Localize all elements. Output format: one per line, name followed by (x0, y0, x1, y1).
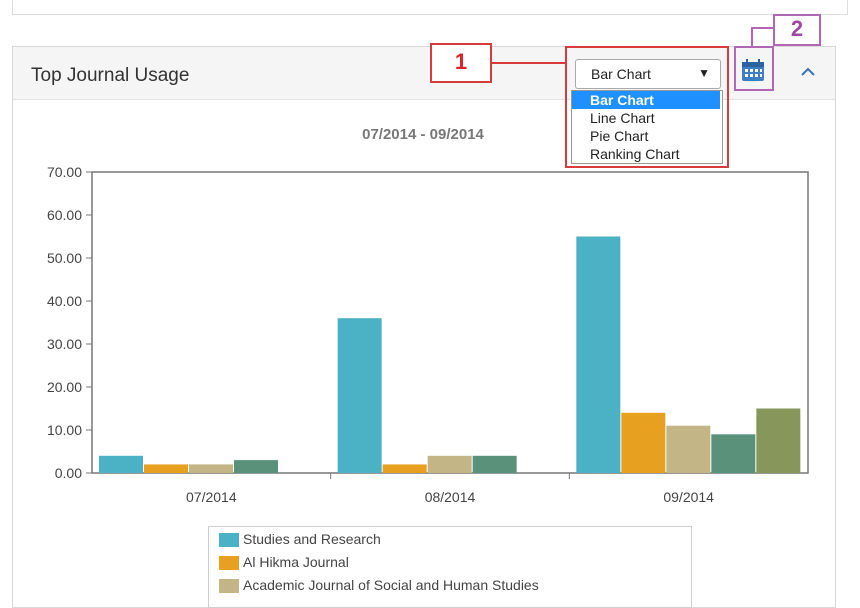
legend-label: Studies and Research (243, 531, 381, 547)
bar-series-2 (621, 412, 666, 473)
legend-swatch (219, 579, 239, 593)
y-tick-label: 40.00 (47, 293, 82, 309)
y-tick-label: 20.00 (47, 379, 82, 395)
bar-series-2 (144, 464, 188, 473)
bar-series-4 (711, 434, 756, 473)
y-tick-label: 60.00 (47, 207, 82, 223)
x-tick-label: 08/2014 (425, 489, 476, 505)
x-tick-label: 09/2014 (663, 489, 714, 505)
y-tick-label: 70.00 (47, 164, 82, 180)
legend-swatch (219, 556, 239, 570)
bar-series-3 (427, 455, 472, 473)
bar-series-1 (99, 455, 143, 473)
legend-label: Al Hikma Journal (243, 554, 349, 570)
bar-series-4 (472, 455, 517, 473)
y-tick-label: 10.00 (47, 422, 82, 438)
bar-series-2 (382, 464, 427, 473)
bar-series-1 (576, 236, 621, 473)
y-tick-label: 50.00 (47, 250, 82, 266)
x-tick-label: 07/2014 (186, 489, 237, 505)
y-tick-label: 0.00 (55, 465, 82, 481)
bar-series-3 (666, 425, 711, 473)
chart-legend: Studies and Research Al Hikma Journal Ac… (208, 526, 692, 608)
legend-swatch (219, 533, 239, 547)
bar-series-1 (337, 318, 382, 473)
bar-series-5 (756, 408, 801, 473)
legend-label: Academic Journal of Social and Human Stu… (243, 577, 539, 593)
bar-chart: 0.00 10.00 20.00 30.00 40.00 50.00 60.00 70.00 0… (47, 164, 809, 505)
bar-series-3 (189, 464, 233, 473)
bar-series-4 (234, 460, 278, 473)
y-tick-label: 30.00 (47, 336, 82, 352)
